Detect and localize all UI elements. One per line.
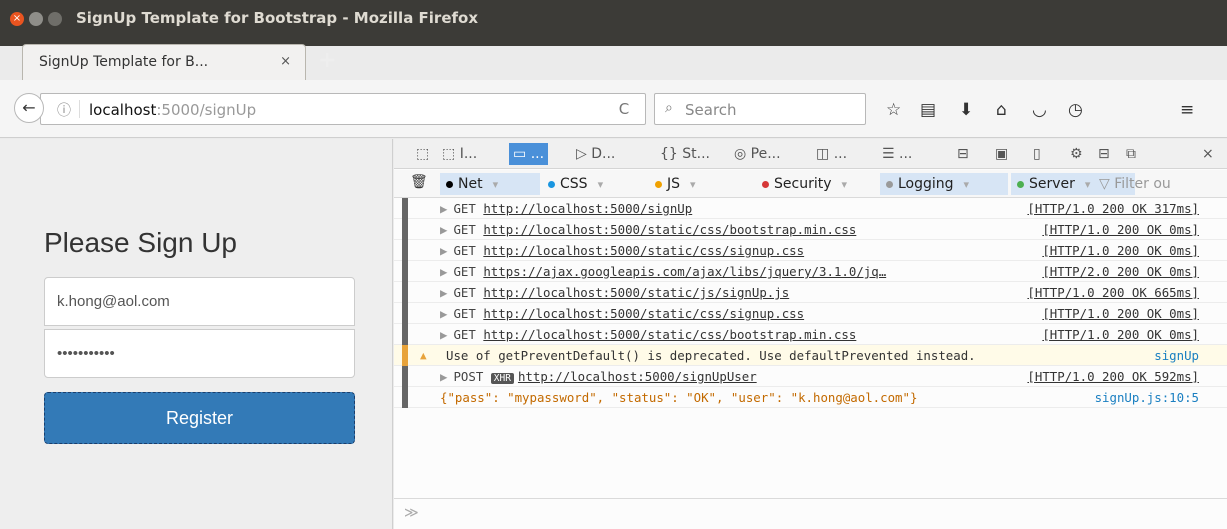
- register-button[interactable]: Register: [44, 392, 355, 444]
- xhr-badge: XHR: [490, 373, 514, 384]
- tab-network[interactable]: ☰ ...: [878, 143, 916, 165]
- devtools-panel: ⬚ ⬚ I... ▭ ... ▷ D... {} St... ◎ Pe... ◫…: [394, 139, 1227, 529]
- filter-security[interactable]: Security ▾: [756, 173, 880, 195]
- tab-memory[interactable]: ◫ ...: [812, 143, 851, 165]
- minimize-window-button[interactable]: [29, 12, 43, 26]
- navigation-toolbar: ⓘ localhost:5000/signUp ← C ⌕ Search ☆ ▤…: [0, 80, 1227, 138]
- back-button[interactable]: ←: [14, 93, 44, 123]
- console-log: ▶ GET http://localhost:5000/signUp [HTTP/1…: [394, 198, 1227, 468]
- browser-tab[interactable]: SignUp Template for B... ×: [22, 44, 306, 80]
- menu-icon[interactable]: ≡: [1180, 102, 1194, 119]
- search-icon: ⌕: [665, 100, 673, 116]
- close-devtools-icon[interactable]: ×: [1202, 146, 1214, 162]
- log-row[interactable]: ▶ GET https://ajax.googleapis.com/ajax/li…: [394, 261, 1227, 282]
- tab-performance[interactable]: ◎ Pe...: [730, 143, 785, 165]
- console-input[interactable]: ≫: [394, 498, 1227, 529]
- window-titlebar: × SignUp Template for Bootstrap - Mozill…: [0, 0, 1227, 46]
- log-row[interactable]: ▶ GET http://localhost:5000/signUp [HTTP/1…: [394, 198, 1227, 219]
- filter-icon: ▽: [1099, 176, 1110, 192]
- page-title: Please Sign Up: [44, 227, 238, 258]
- pocket-icon[interactable]: ◡: [1032, 102, 1047, 119]
- filter-css[interactable]: CSS ▾: [542, 173, 642, 195]
- scratchpad-icon[interactable]: ▣: [995, 146, 1008, 162]
- maximize-window-button[interactable]: [48, 12, 62, 26]
- new-tab-button[interactable]: +: [318, 50, 336, 72]
- log-row[interactable]: ▶ GET http://localhost:5000/static/css/bo…: [394, 219, 1227, 240]
- settings-icon[interactable]: ⚙: [1070, 146, 1083, 162]
- page-content: Please Sign Up k.hong@aol.com ••••••••••…: [0, 139, 393, 529]
- devtools-tab-bar: ⬚ ⬚ I... ▭ ... ▷ D... {} St... ◎ Pe... ◫…: [394, 139, 1227, 169]
- search-input[interactable]: ⌕ Search: [654, 93, 866, 125]
- url-text[interactable]: localhost:5000/signUp: [89, 101, 256, 119]
- url-separator: [79, 100, 80, 118]
- tab-debugger[interactable]: ▷ D...: [572, 143, 619, 165]
- warning-row[interactable]: ▲ Use of getPreventDefault() is deprecate…: [394, 345, 1227, 366]
- tab-inspector[interactable]: ⬚ I...: [438, 143, 481, 165]
- search-placeholder: Search: [685, 101, 737, 119]
- url-host: localhost: [89, 101, 157, 119]
- close-tab-icon[interactable]: ×: [280, 54, 291, 69]
- tab-label: SignUp Template for B...: [39, 54, 209, 70]
- dock-icon[interactable]: ⊟: [1098, 146, 1110, 162]
- filter-output-input[interactable]: ▽ Filter ou: [1099, 176, 1171, 192]
- filter-logging[interactable]: Logging ▾: [880, 173, 1008, 195]
- log-row[interactable]: ▶ GET http://localhost:5000/static/css/bo…: [394, 324, 1227, 345]
- prompt-icon: ≫: [404, 505, 419, 521]
- response-row[interactable]: {"pass": "mypassword", "status": "OK", "…: [394, 387, 1227, 408]
- xhr-row[interactable]: ▶ POST XHR http://localhost:5000/signUpUse…: [394, 366, 1227, 387]
- split-console-icon[interactable]: ⊟: [957, 146, 969, 162]
- url-bar[interactable]: ⓘ localhost:5000/signUp: [40, 93, 646, 125]
- close-window-button[interactable]: ×: [10, 12, 24, 26]
- reading-list-icon[interactable]: ▤: [920, 102, 936, 119]
- clear-console-icon[interactable]: 🗑: [410, 174, 428, 190]
- responsive-icon[interactable]: ▯: [1033, 146, 1041, 162]
- email-field[interactable]: k.hong@aol.com: [44, 277, 355, 326]
- history-icon[interactable]: ◷: [1068, 102, 1083, 119]
- home-icon[interactable]: ⌂: [996, 102, 1007, 119]
- pick-element-icon[interactable]: ⬚: [416, 146, 429, 162]
- star-icon[interactable]: ☆: [886, 102, 901, 119]
- info-icon[interactable]: ⓘ: [57, 100, 71, 120]
- warning-icon: ▲: [420, 349, 427, 362]
- tab-style-editor[interactable]: {} St...: [656, 143, 714, 165]
- log-row[interactable]: ▶ GET http://localhost:5000/static/js/sig…: [394, 282, 1227, 303]
- window-title: SignUp Template for Bootstrap - Mozilla …: [76, 9, 478, 27]
- console-filter-bar: Net ▾ CSS ▾ JS ▾ Security ▾ Logging ▾ Server ▾…: [394, 170, 1227, 198]
- filter-net[interactable]: Net ▾: [440, 173, 540, 195]
- log-row[interactable]: ▶ GET http://localhost:5000/static/css/si…: [394, 303, 1227, 324]
- reload-icon[interactable]: C: [610, 93, 638, 125]
- filter-js[interactable]: JS ▾: [649, 173, 749, 195]
- password-field[interactable]: •••••••••••: [44, 329, 355, 378]
- log-row[interactable]: ▶ GET http://localhost:5000/static/css/si…: [394, 240, 1227, 261]
- download-icon[interactable]: ⬇: [959, 102, 973, 119]
- undock-icon[interactable]: ⧉: [1126, 146, 1136, 162]
- tab-console[interactable]: ▭ ...: [509, 143, 549, 165]
- url-path: :5000/signUp: [156, 101, 257, 119]
